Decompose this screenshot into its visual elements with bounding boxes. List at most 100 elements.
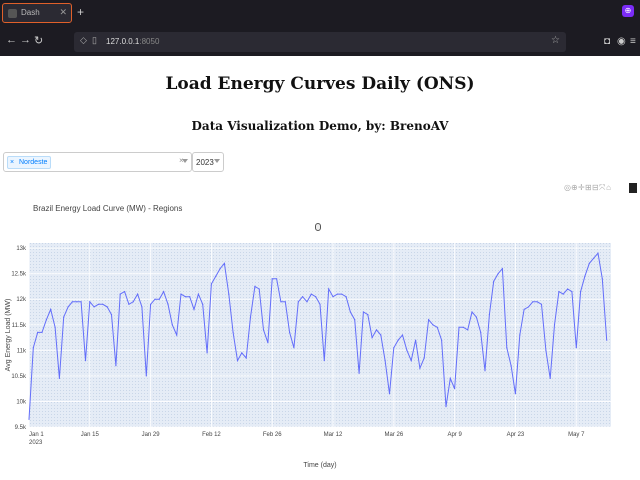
data-point: [319, 303, 321, 305]
plotly-logo-icon[interactable]: [629, 183, 637, 193]
x-tick-label: Jan 15: [81, 432, 100, 438]
plot-area[interactable]: [29, 243, 611, 427]
mouse-cursor: [315, 223, 321, 231]
browser-tab[interactable]: Dash ✕: [2, 3, 72, 23]
data-point: [323, 360, 325, 362]
data-point: [67, 306, 69, 308]
data-point: [358, 372, 360, 374]
x-tick-label: May 7: [568, 432, 585, 438]
data-point: [575, 347, 577, 349]
y-axis-ticks: 9.5k 10k 10.5k 11k 11.5k 12k 12.5k 13k: [11, 246, 27, 431]
energy-load-chart[interactable]: Brazil Energy Load Curve (MW) - Regions …: [0, 195, 640, 480]
url-text: 127.0.0.1:8050: [106, 37, 160, 46]
extension-icon[interactable]: ⊕: [622, 5, 634, 17]
data-point: [50, 308, 52, 310]
data-point: [458, 326, 460, 328]
data-point: [436, 326, 438, 328]
data-point: [510, 365, 512, 367]
pan-icon[interactable]: ✛: [578, 183, 585, 192]
data-point: [558, 291, 560, 293]
data-point: [384, 360, 386, 362]
data-point: [514, 393, 517, 395]
x-tick-label: Feb 12: [202, 432, 221, 438]
data-point: [80, 301, 82, 303]
back-icon[interactable]: ←: [6, 34, 17, 46]
y-tick-label: 11k: [17, 348, 27, 354]
data-point: [545, 349, 547, 351]
data-point: [58, 377, 61, 379]
data-point: [549, 377, 551, 379]
data-point: [171, 324, 173, 326]
data-point: [54, 326, 56, 328]
autoscale-icon[interactable]: ⤧: [599, 183, 606, 193]
account-icon[interactable]: ◉: [617, 36, 626, 47]
page-icon: ▯: [92, 35, 97, 45]
data-point: [249, 316, 252, 318]
x-tick-label: Mar 12: [324, 432, 343, 438]
data-point: [158, 298, 160, 300]
data-point: [375, 329, 378, 331]
chevron-down-icon[interactable]: [214, 159, 220, 163]
data-point: [284, 301, 286, 303]
data-point: [232, 331, 234, 333]
navigation-row: ← → ↻ ◇ ▯ 127.0.0.1:8050 ☆ ◘ ◉ ≡: [0, 30, 640, 54]
data-point: [432, 324, 434, 326]
x-tick-label: Apr 23: [507, 432, 525, 438]
data-point: [306, 301, 308, 303]
data-point: [349, 311, 351, 313]
tab-close-icon[interactable]: ✕: [59, 7, 67, 18]
data-point: [475, 316, 477, 318]
data-point: [593, 257, 595, 259]
reload-icon[interactable]: ↻: [34, 34, 43, 47]
forward-icon[interactable]: →: [20, 34, 31, 46]
data-point: [163, 291, 165, 293]
data-point: [345, 296, 347, 298]
page-title: Load Energy Curves Daily (ONS): [165, 74, 475, 94]
new-tab-plus-icon[interactable]: +: [77, 5, 84, 19]
y-tick-label: 9.5k: [15, 425, 27, 431]
data-point: [449, 377, 451, 379]
data-point: [580, 291, 582, 293]
region-chip[interactable]: × Nordeste: [7, 156, 52, 169]
star-icon[interactable]: ☆: [551, 35, 560, 46]
data-point: [241, 352, 243, 354]
x-tick-year-label: 2023: [29, 440, 43, 446]
data-point: [606, 339, 608, 341]
data-point: [336, 293, 338, 295]
year-dropdown[interactable]: 2023: [192, 152, 224, 172]
data-point: [367, 314, 369, 316]
reset-icon[interactable]: ⌂: [606, 183, 613, 192]
data-point: [388, 393, 391, 395]
data-point: [410, 360, 412, 362]
menu-icon[interactable]: ≡: [630, 36, 636, 47]
data-point: [132, 301, 134, 303]
data-point: [245, 357, 247, 359]
url-bar[interactable]: ◇ ▯ 127.0.0.1:8050 ☆: [74, 32, 566, 52]
x-tick-label: Jan 1: [29, 432, 44, 438]
chip-remove-icon[interactable]: ×: [10, 157, 14, 168]
data-point: [501, 268, 503, 270]
data-point: [354, 319, 356, 321]
zoom-in-icon[interactable]: ⊞: [585, 183, 592, 192]
chevron-down-icon[interactable]: [182, 159, 188, 163]
pocket-icon[interactable]: ◘: [604, 36, 610, 47]
data-point: [280, 301, 282, 303]
data-point: [553, 324, 556, 326]
zoom-out-icon[interactable]: ⊟: [592, 183, 599, 192]
data-point: [362, 311, 364, 313]
data-point: [423, 357, 425, 359]
data-point: [37, 331, 39, 333]
zoom-icon[interactable]: ⊕: [571, 183, 578, 192]
camera-icon[interactable]: ◎: [564, 183, 571, 192]
page-subtitle: Data Visualization Demo, by: BrenoAV: [191, 119, 449, 133]
data-point: [276, 278, 278, 280]
x-tick-label: Jan 29: [142, 432, 161, 438]
data-point: [584, 275, 586, 277]
data-point: [145, 375, 147, 377]
region-dropdown[interactable]: × Nordeste ×: [3, 152, 192, 172]
data-point: [228, 293, 230, 295]
data-point: [332, 296, 334, 298]
data-point: [184, 296, 186, 298]
data-point: [271, 278, 273, 280]
data-point: [215, 275, 217, 277]
